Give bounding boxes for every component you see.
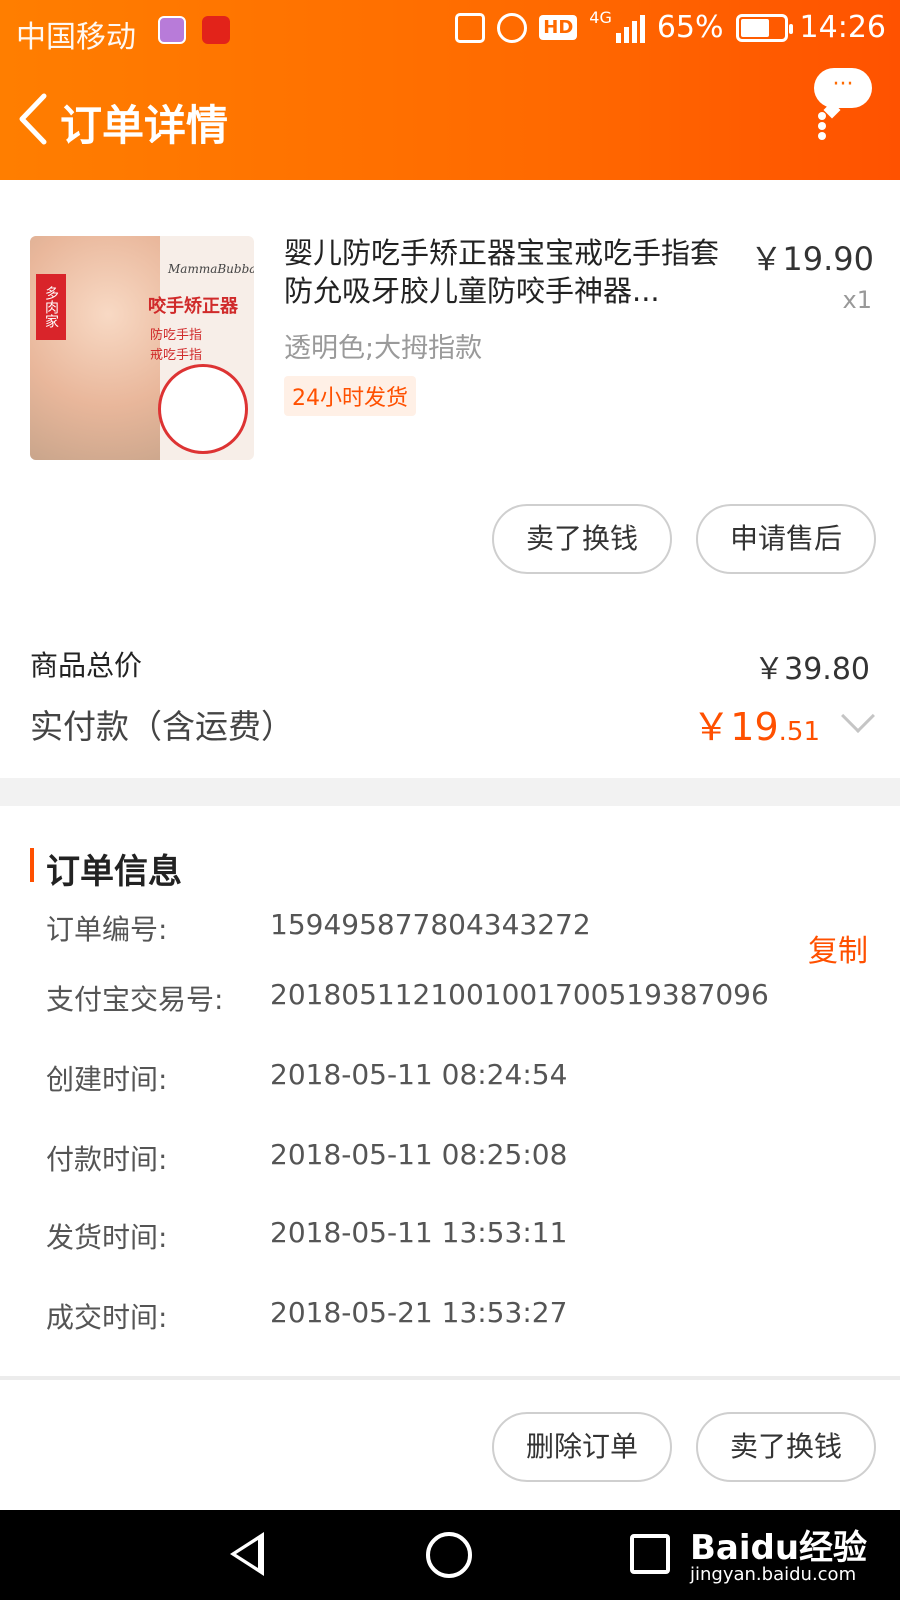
nav-recents-icon[interactable] <box>630 1534 670 1574</box>
more-menu-icon[interactable] <box>817 112 827 140</box>
shop-tag: 多肉家 <box>36 274 66 340</box>
baby-photo <box>30 236 160 460</box>
alarm-icon <box>497 12 528 43</box>
system-nav-bar: Baidu经验 jingyan.baidu.com <box>0 1510 900 1600</box>
jd-notification-icon <box>202 16 230 44</box>
image-line-3: 戒吃手指 <box>150 348 203 363</box>
status-right: HD 4G 65% 14:26 <box>455 8 886 45</box>
carrier-label: 中国移动 <box>16 20 136 55</box>
section-accent-bar <box>30 848 34 882</box>
order-info-title: 订单信息 <box>46 852 182 892</box>
clock: 14:26 <box>799 10 886 45</box>
info-value: 2018-05-11 08:24:54 <box>270 1058 568 1091</box>
status-bar: 中国移动 HD 4G 65% 14:26 <box>0 0 900 64</box>
info-value: 2018-05-11 13:53:11 <box>270 1216 568 1249</box>
price-summary: 商品总价 ￥39.80 实付款（含运费） ￥19.51 <box>0 630 900 778</box>
page-title: 订单详情 <box>60 101 229 150</box>
back-arrow-icon[interactable] <box>14 92 54 146</box>
info-value: 159495877804343272 <box>270 908 591 941</box>
hd-icon: HD <box>539 15 578 40</box>
paid-amount: ￥19.51 <box>692 696 820 751</box>
signal-icon <box>615 13 645 43</box>
image-headline: 咬手矫正器 <box>148 296 238 317</box>
paid-label: 实付款（含运费） <box>30 707 294 746</box>
sell-button[interactable]: 卖了换钱 <box>492 504 672 574</box>
message-bubble-icon[interactable]: ··· <box>814 68 872 108</box>
info-value: 2018-05-21 13:53:27 <box>270 1296 568 1329</box>
info-value: 2018-05-11 08:25:08 <box>270 1138 568 1171</box>
info-label: 付款时间: <box>46 1143 168 1176</box>
paid-integer: 19 <box>730 705 779 749</box>
brand-logo: MammaBubba <box>168 262 254 276</box>
goods-total-value: ￥39.80 <box>754 652 870 687</box>
info-label: 订单编号: <box>46 913 168 946</box>
product-price: ￥19.90 <box>750 240 874 278</box>
info-label: 发货时间: <box>46 1221 168 1254</box>
battery-percent: 65% <box>656 10 724 45</box>
paid-decimal: .51 <box>778 717 820 747</box>
info-label: 支付宝交易号: <box>46 983 224 1016</box>
watermark-url: jingyan.baidu.com <box>690 1564 857 1585</box>
gallery-notification-icon <box>158 16 186 44</box>
product-detail-circle <box>158 364 248 454</box>
vibrate-icon <box>455 12 486 43</box>
image-line-2: 防吃手指 <box>150 328 203 343</box>
battery-icon <box>735 13 793 42</box>
product-image[interactable]: 多肉家 MammaBubba 咬手矫正器 防吃手指 戒吃手指 <box>30 236 254 460</box>
goods-total-label: 商品总价 <box>30 649 143 682</box>
info-label: 创建时间: <box>46 1063 168 1096</box>
product-card: 多肉家 MammaBubba 咬手矫正器 防吃手指 戒吃手指 婴儿防吃手矫正器宝… <box>0 180 900 590</box>
copy-button[interactable]: 复制 <box>808 926 868 970</box>
info-label: 成交时间: <box>46 1301 168 1334</box>
product-quantity: x1 <box>842 286 872 314</box>
shipping-badge: 24小时发货 <box>284 376 416 416</box>
nav-home-icon[interactable] <box>426 1532 472 1578</box>
section-divider <box>0 778 900 806</box>
info-value: 2018051121001001700519387096 <box>270 978 769 1011</box>
product-spec: 透明色;大拇指款 <box>284 333 483 364</box>
product-title[interactable]: 婴儿防吃手矫正器宝宝戒吃手指套防允吸牙胶儿童防咬手神器... <box>284 234 744 310</box>
footer-divider <box>0 1376 900 1380</box>
nav-back-icon[interactable] <box>230 1532 264 1576</box>
sell-button-footer[interactable]: 卖了换钱 <box>696 1412 876 1482</box>
after-sale-button[interactable]: 申请售后 <box>696 504 876 574</box>
header-bar: 中国移动 HD 4G 65% 14:26 订单详情 ··· <box>0 0 900 180</box>
paid-currency: ￥ <box>692 705 731 749</box>
delete-order-button[interactable]: 删除订单 <box>492 1412 672 1482</box>
chevron-down-icon[interactable] <box>841 699 875 733</box>
watermark-logo: Baidu经验 <box>690 1528 868 1568</box>
order-info-section: 订单信息 复制 订单编号: 159495877804343272 支付宝交易号:… <box>0 806 900 1376</box>
battery-fill <box>740 18 770 37</box>
network-label: 4G <box>589 8 612 27</box>
